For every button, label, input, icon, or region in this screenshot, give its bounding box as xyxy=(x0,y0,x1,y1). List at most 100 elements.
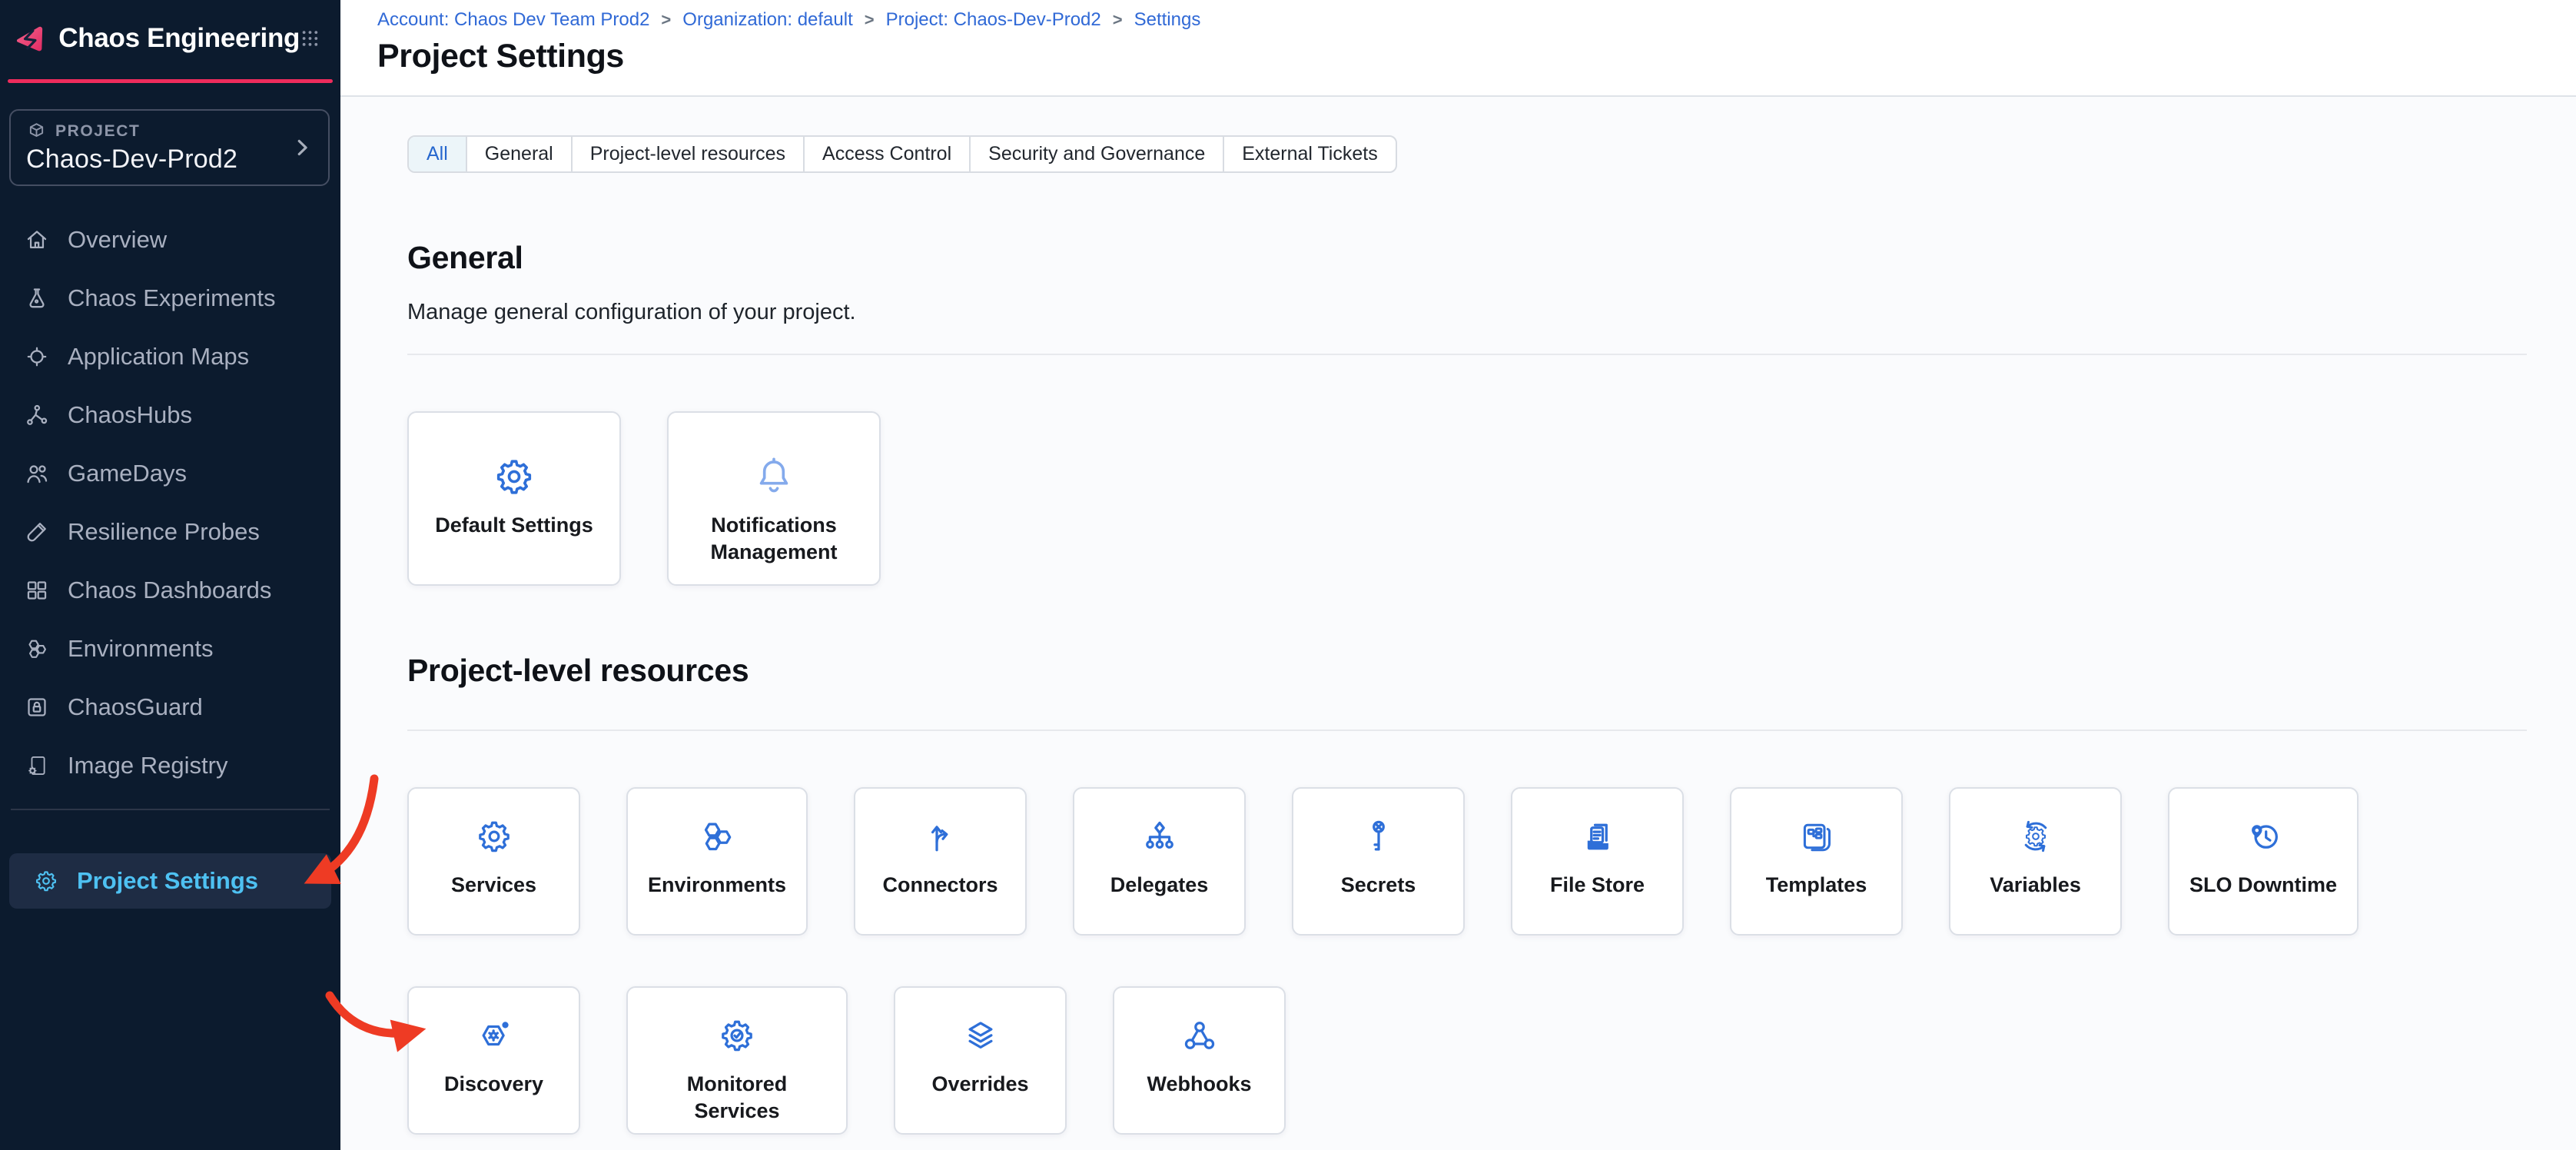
project-selector-label: PROJECT xyxy=(55,122,140,141)
breadcrumb-link-settings[interactable]: Settings xyxy=(1134,9,1201,31)
sidebar-item-image-registry[interactable]: Image Registry xyxy=(0,736,340,795)
sidebar-item-label: Resilience Probes xyxy=(68,518,260,546)
section-description: Manage general configuration of your pro… xyxy=(407,300,2527,325)
card-connectors[interactable]: Connectors xyxy=(854,787,1027,936)
product-title: Chaos Engineering xyxy=(58,23,300,54)
flask-icon xyxy=(24,285,50,311)
card-label: Services xyxy=(451,872,536,899)
card-monitored-services[interactable]: Monitored Services xyxy=(626,986,848,1135)
settings-category-tabs: AllGeneralProject-level resourcesAccess … xyxy=(407,135,1397,173)
sidebar-item-gamedays[interactable]: GameDays xyxy=(0,444,340,503)
lock-icon xyxy=(24,694,50,720)
variables-icon xyxy=(2016,813,2056,860)
card-secrets[interactable]: Secrets xyxy=(1292,787,1465,936)
delegates-icon xyxy=(1140,813,1180,860)
project-cube-icon xyxy=(26,121,47,141)
breadcrumb-link-account-chaos-dev-team-prod2[interactable]: Account: Chaos Dev Team Prod2 xyxy=(377,9,649,31)
tab-access-control[interactable]: Access Control xyxy=(803,137,969,171)
sidebar-item-resilience-probes[interactable]: Resilience Probes xyxy=(0,503,340,561)
filestore-icon xyxy=(1578,813,1618,860)
breadcrumb-link-project-chaos-dev-prod2[interactable]: Project: Chaos-Dev-Prod2 xyxy=(886,9,1101,31)
chaos-engineering-logo-icon xyxy=(12,15,48,61)
key-icon xyxy=(1359,813,1399,860)
card-overrides[interactable]: Overrides xyxy=(894,986,1067,1135)
home-icon xyxy=(24,227,50,253)
card-notifications-management[interactable]: Notifications Management xyxy=(667,411,881,586)
brand-accent-line xyxy=(8,79,333,83)
section-divider xyxy=(407,730,2527,731)
card-slo-downtime[interactable]: SLO Downtime xyxy=(2168,787,2359,936)
gear-icon xyxy=(474,813,514,860)
page-title: Project Settings xyxy=(377,38,2576,75)
gear-icon xyxy=(33,868,59,894)
probe-icon xyxy=(24,519,50,545)
sidebar-item-label: Chaos Dashboards xyxy=(68,577,271,604)
card-webhooks[interactable]: Webhooks xyxy=(1113,986,1286,1135)
project-selector-value: Chaos-Dev-Prod2 xyxy=(26,145,313,174)
card-label: Variables xyxy=(1990,872,2081,899)
card-label: Secrets xyxy=(1341,872,1416,899)
sidebar-item-environments[interactable]: Environments xyxy=(0,620,340,678)
sidebar: Chaos Engineering PROJECT Chaos-Dev-Prod… xyxy=(0,0,340,1150)
people-icon xyxy=(24,460,50,487)
section-divider xyxy=(407,354,2527,355)
card-label: Monitored Services xyxy=(648,1071,826,1124)
breadcrumb-link-organization-default[interactable]: Organization: default xyxy=(682,9,852,31)
main-area: Account: Chaos Dev Team Prod2 > Organizati… xyxy=(340,0,2576,1150)
card-label: Overrides xyxy=(931,1071,1028,1098)
content: AllGeneralProject-level resourcesAccess … xyxy=(340,97,2576,1135)
card-environments[interactable]: Environments xyxy=(626,787,808,936)
tab-general[interactable]: General xyxy=(466,137,571,171)
sidebar-nav: Overview Chaos Experiments Application Map… xyxy=(0,211,340,795)
sidebar-item-label: Chaos Experiments xyxy=(68,284,276,312)
dashboard-icon xyxy=(24,577,50,603)
card-delegates[interactable]: Delegates xyxy=(1073,787,1246,936)
connectors-icon xyxy=(921,813,961,860)
hexagons-icon xyxy=(24,636,50,662)
gear-icon xyxy=(492,453,536,500)
templates-icon xyxy=(1797,813,1837,860)
sidebar-item-chaos-experiments[interactable]: Chaos Experiments xyxy=(0,269,340,327)
card-discovery[interactable]: Discovery xyxy=(407,986,580,1135)
card-label: Templates xyxy=(1766,872,1867,899)
breadcrumb-separator: > xyxy=(865,10,875,30)
card-variables[interactable]: Variables xyxy=(1949,787,2122,936)
sidebar-item-label: Project Settings xyxy=(77,867,258,895)
sidebar-item-project-settings[interactable]: Project Settings xyxy=(9,853,331,909)
cards-row: Services Environments Connectors Delegates S… xyxy=(407,787,2527,936)
sidebar-item-chaosguard[interactable]: ChaosGuard xyxy=(0,678,340,736)
sidebar-item-label: GameDays xyxy=(68,460,187,487)
section-title: Project-level resources xyxy=(407,653,2527,689)
slo-clock-icon xyxy=(2243,813,2283,860)
card-templates[interactable]: Templates xyxy=(1730,787,1903,936)
card-default-settings[interactable]: Default Settings xyxy=(407,411,621,586)
tab-project-level-resources[interactable]: Project-level resources xyxy=(571,137,803,171)
tab-all[interactable]: All xyxy=(409,137,466,171)
card-label: File Store xyxy=(1550,872,1645,899)
sidebar-item-label: ChaosHubs xyxy=(68,401,192,429)
tab-security-and-governance[interactable]: Security and Governance xyxy=(969,137,1223,171)
cards-row: Default Settings Notifications Management xyxy=(407,411,2527,586)
hexagons-icon xyxy=(697,813,737,860)
section-general: General Manage general configuration of y… xyxy=(407,240,2527,586)
sidebar-item-application-maps[interactable]: Application Maps xyxy=(0,327,340,386)
sidebar-item-chaos-dashboards[interactable]: Chaos Dashboards xyxy=(0,561,340,620)
sections: General Manage general configuration of y… xyxy=(407,240,2527,1135)
app-root: Chaos Engineering PROJECT Chaos-Dev-Prod… xyxy=(0,0,2576,1150)
section-title: General xyxy=(407,240,2527,276)
sidebar-item-label: ChaosGuard xyxy=(68,693,203,721)
breadcrumb-separator: > xyxy=(661,10,671,30)
project-selector[interactable]: PROJECT Chaos-Dev-Prod2 xyxy=(9,109,330,186)
card-services[interactable]: Services xyxy=(407,787,580,936)
card-label: Discovery xyxy=(444,1071,543,1098)
sidebar-item-overview[interactable]: Overview xyxy=(0,211,340,269)
hub-icon xyxy=(24,402,50,428)
sidebar-item-label: Overview xyxy=(68,226,167,254)
card-file-store[interactable]: File Store xyxy=(1511,787,1684,936)
webhooks-icon xyxy=(1180,1012,1220,1059)
tab-external-tickets[interactable]: External Tickets xyxy=(1223,137,1395,171)
sidebar-item-chaoshubs[interactable]: ChaosHubs xyxy=(0,386,340,444)
overrides-icon xyxy=(961,1012,1001,1059)
card-label: Notifications Management xyxy=(685,512,863,565)
module-grid-icon[interactable] xyxy=(300,25,320,52)
